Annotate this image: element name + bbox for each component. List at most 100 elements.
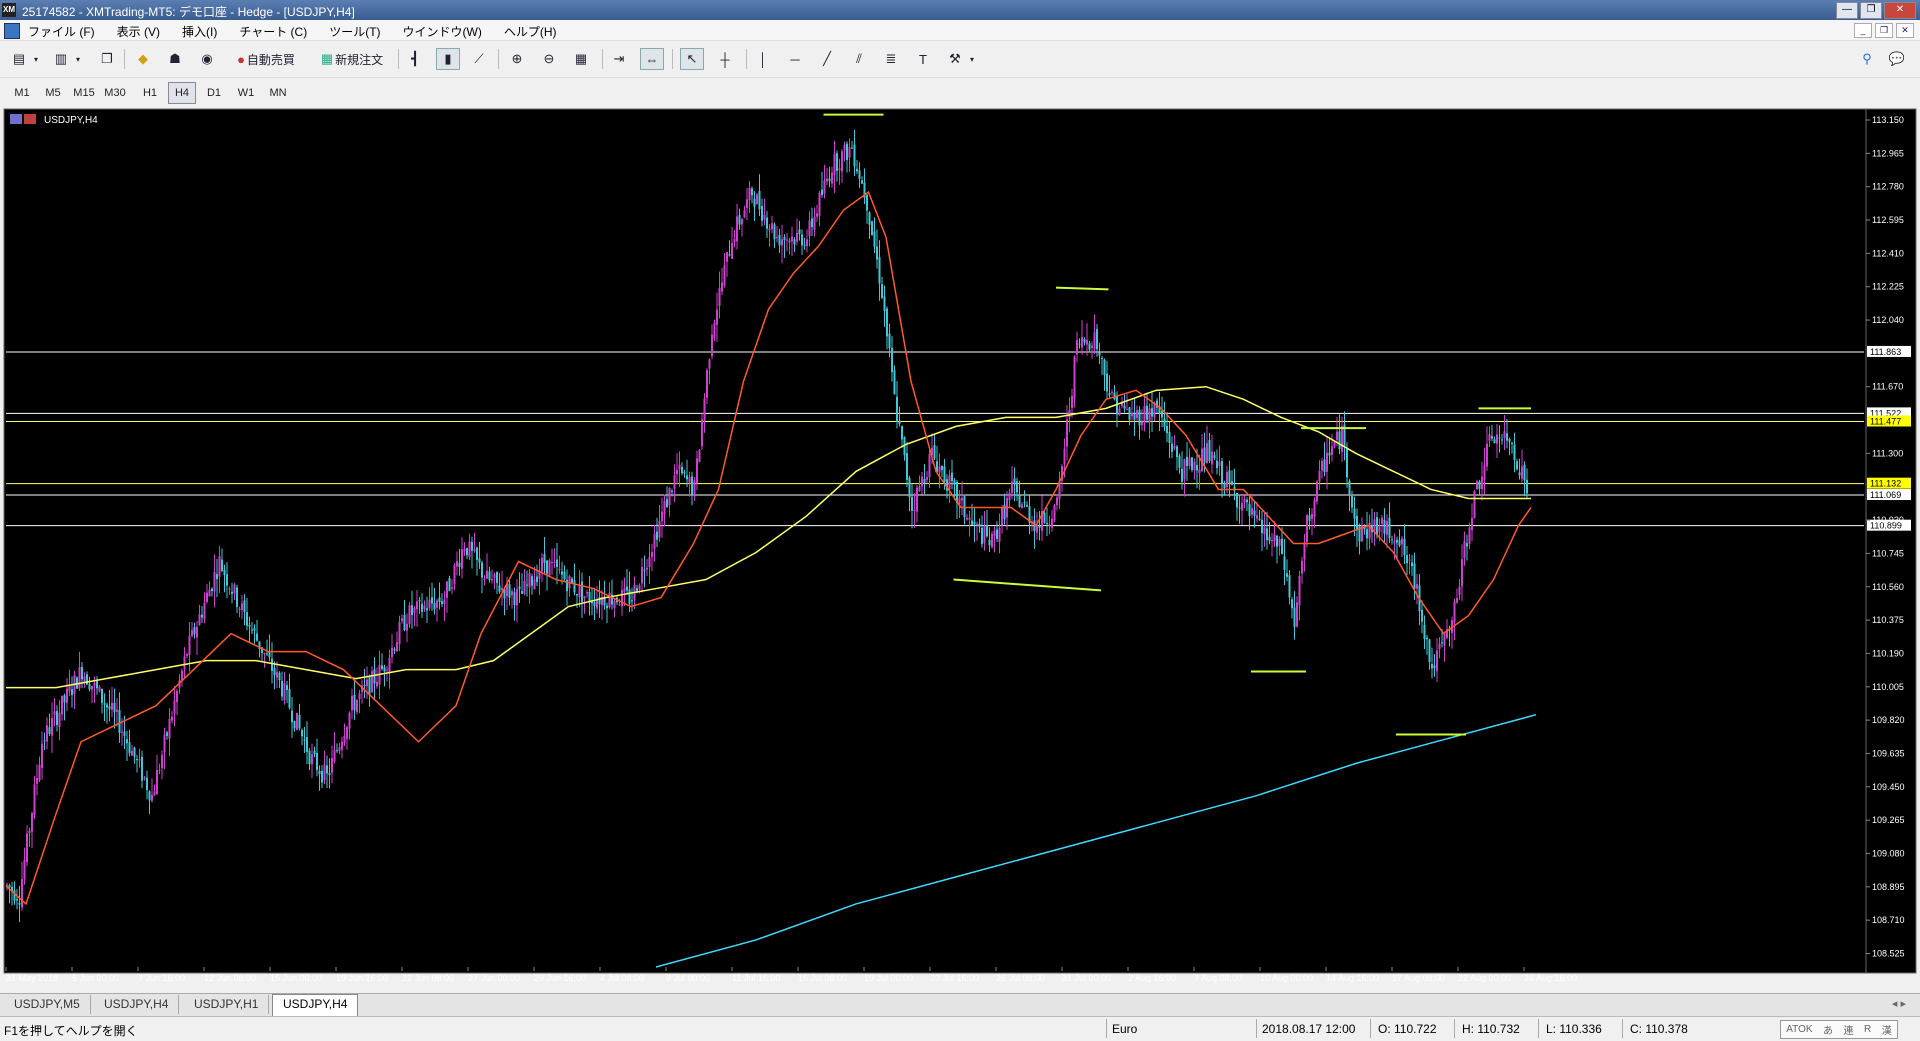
time-tick-label: 7 Jun 16:00 xyxy=(138,973,185,983)
tab-usdjpy-m5[interactable]: USDJPY,M5 xyxy=(4,995,91,1014)
candle-bull xyxy=(776,237,778,239)
ime-toolbar[interactable]: ATOK あ 連 R 漢 xyxy=(1780,1020,1898,1039)
timeframe-m15[interactable]: M15 xyxy=(70,82,98,104)
candle-bull xyxy=(413,607,416,613)
chart-plot-area[interactable] xyxy=(3,108,1871,974)
ime-conversion[interactable]: 連 xyxy=(1844,1022,1854,1037)
tab-scroll-icon[interactable]: ◂ ▸ xyxy=(1892,997,1906,1010)
tab-usdjpy-h4[interactable]: USDJPY,H4 xyxy=(94,995,180,1014)
candle-bull xyxy=(206,592,208,603)
candle-bear xyxy=(896,396,898,422)
timeframe-d1[interactable]: D1 xyxy=(200,82,228,104)
timeframe-mn[interactable]: MN xyxy=(264,82,292,104)
profiles-icon[interactable]: ▥ xyxy=(50,48,72,70)
maximize-button[interactable]: ❐ xyxy=(1860,2,1882,19)
candle-bull xyxy=(473,549,476,551)
zoom-out-icon[interactable]: ⊖ xyxy=(538,48,560,70)
menu-chart[interactable]: チャート (C) xyxy=(239,23,307,40)
shapes-dropdown-icon[interactable]: ▾ xyxy=(966,48,978,70)
candle-bull xyxy=(23,859,26,880)
chart-window[interactable]: 111.863 111.522 111.477 111.132 111.069 110.8… xyxy=(0,107,1920,993)
price-scale[interactable] xyxy=(1865,108,1917,974)
data-window-icon[interactable]: ◆ xyxy=(132,48,154,70)
fibonacci-icon[interactable]: ≣ xyxy=(880,48,902,70)
chat-icon[interactable]: 💬 xyxy=(1886,48,1908,70)
candle-bear xyxy=(1181,468,1183,482)
candle-bull xyxy=(233,584,236,594)
menu-tools[interactable]: ツール(T) xyxy=(329,23,380,40)
timeframe-h4[interactable]: H4 xyxy=(168,82,196,104)
candle-bear xyxy=(316,752,318,771)
candle-bull xyxy=(1241,502,1243,511)
candle-bear xyxy=(1228,470,1231,483)
candle-bull xyxy=(143,777,146,779)
bar-chart-icon[interactable]: ┫ xyxy=(404,48,426,70)
price-tick-label: 112.595 xyxy=(1872,215,1904,225)
candle-bull xyxy=(731,243,733,259)
autoscroll-icon[interactable]: ⇔ xyxy=(640,48,664,70)
crosshair-icon[interactable]: ┼ xyxy=(714,48,736,70)
ime-kanji[interactable]: 漢 xyxy=(1882,1022,1892,1037)
timeframe-m30[interactable]: M30 xyxy=(101,82,129,104)
zoom-in-icon[interactable]: ⊕ xyxy=(506,48,528,70)
cursor-icon[interactable]: ↖ xyxy=(680,48,704,70)
menu-insert[interactable]: 挿入(I) xyxy=(182,23,217,40)
child-close-button[interactable]: ✕ xyxy=(1896,23,1914,38)
menu-window[interactable]: ウインドウ(W) xyxy=(403,23,482,40)
menu-view[interactable]: 表示 (V) xyxy=(117,23,160,40)
timeframe-w1[interactable]: W1 xyxy=(232,82,260,104)
equidistant-channel-icon[interactable]: ⫽ xyxy=(848,48,870,70)
timeframe-h1[interactable]: H1 xyxy=(136,82,164,104)
candle-bull xyxy=(1021,504,1023,509)
ime-mode[interactable]: あ xyxy=(1823,1022,1833,1037)
candle-bull xyxy=(1063,448,1066,464)
profiles-dropdown-icon[interactable]: ▾ xyxy=(72,48,84,70)
market-watch-icon[interactable]: ❐ xyxy=(96,48,118,70)
new-order-button[interactable]: ▦ 新規注文 xyxy=(314,48,390,70)
menu-file[interactable]: ファイル (F) xyxy=(28,23,95,40)
trendline-icon[interactable]: ╱ xyxy=(816,48,838,70)
chart-window-icon[interactable] xyxy=(4,23,20,39)
bar-close: C: 110.378 xyxy=(1630,1022,1688,1036)
candle-bull xyxy=(1086,340,1088,345)
timeframe-m5[interactable]: M5 xyxy=(39,82,67,104)
horizontal-line-icon[interactable]: ─ xyxy=(784,48,806,70)
new-chart-dropdown-icon[interactable]: ▾ xyxy=(30,48,42,70)
candle-bull xyxy=(548,560,551,576)
candle-bear xyxy=(1523,464,1526,481)
candle-bull xyxy=(1468,527,1471,544)
search-icon[interactable]: ⚲ xyxy=(1856,48,1878,70)
price-tick-label: 108.895 xyxy=(1872,882,1905,892)
candlestick-icon[interactable]: ▮ xyxy=(436,48,460,70)
candle-bull xyxy=(741,219,743,225)
child-restore-button[interactable]: ❐ xyxy=(1875,23,1893,38)
candle-bear xyxy=(8,885,11,888)
candle-bull xyxy=(41,743,43,768)
new-chart-icon[interactable]: ▤ xyxy=(8,48,30,70)
shapes-icon[interactable]: ⚒ xyxy=(944,48,966,70)
candle-bear xyxy=(1161,410,1163,418)
tile-windows-icon[interactable]: ▦ xyxy=(570,48,592,70)
child-minimize-button[interactable]: _ xyxy=(1854,23,1872,38)
timeframe-m1[interactable]: M1 xyxy=(8,82,36,104)
candle-bear xyxy=(496,571,498,583)
signals-icon[interactable]: ◉ xyxy=(196,48,218,70)
tab-usdjpy-h4-active[interactable]: USDJPY,H4 xyxy=(272,994,359,1016)
text-icon[interactable]: T xyxy=(912,48,934,70)
navigator-icon[interactable]: ☗ xyxy=(164,48,186,70)
minimize-button[interactable]: — xyxy=(1836,2,1858,19)
close-button[interactable]: ✕ xyxy=(1884,2,1916,19)
flag-icon xyxy=(24,114,36,124)
candle-bear xyxy=(508,583,511,598)
chart-shift-icon[interactable]: ⇥ xyxy=(608,48,630,70)
auto-trade-button[interactable]: ● 自動売買 xyxy=(228,48,304,70)
line-chart-icon[interactable]: ⟋ xyxy=(468,48,490,70)
price-chart[interactable]: 111.863111.522111.477111.132111.069110.8… xyxy=(0,107,1920,993)
tab-usdjpy-h1[interactable]: USDJPY,H1 xyxy=(184,995,270,1014)
vertical-line-icon[interactable]: │ xyxy=(752,48,774,70)
price-tick-label: 112.965 xyxy=(1872,148,1904,158)
candle-bull xyxy=(423,605,426,610)
ime-romaji[interactable]: R xyxy=(1864,1024,1871,1035)
ime-atok[interactable]: ATOK xyxy=(1786,1024,1812,1035)
menu-help[interactable]: ヘルプ(H) xyxy=(504,23,557,40)
